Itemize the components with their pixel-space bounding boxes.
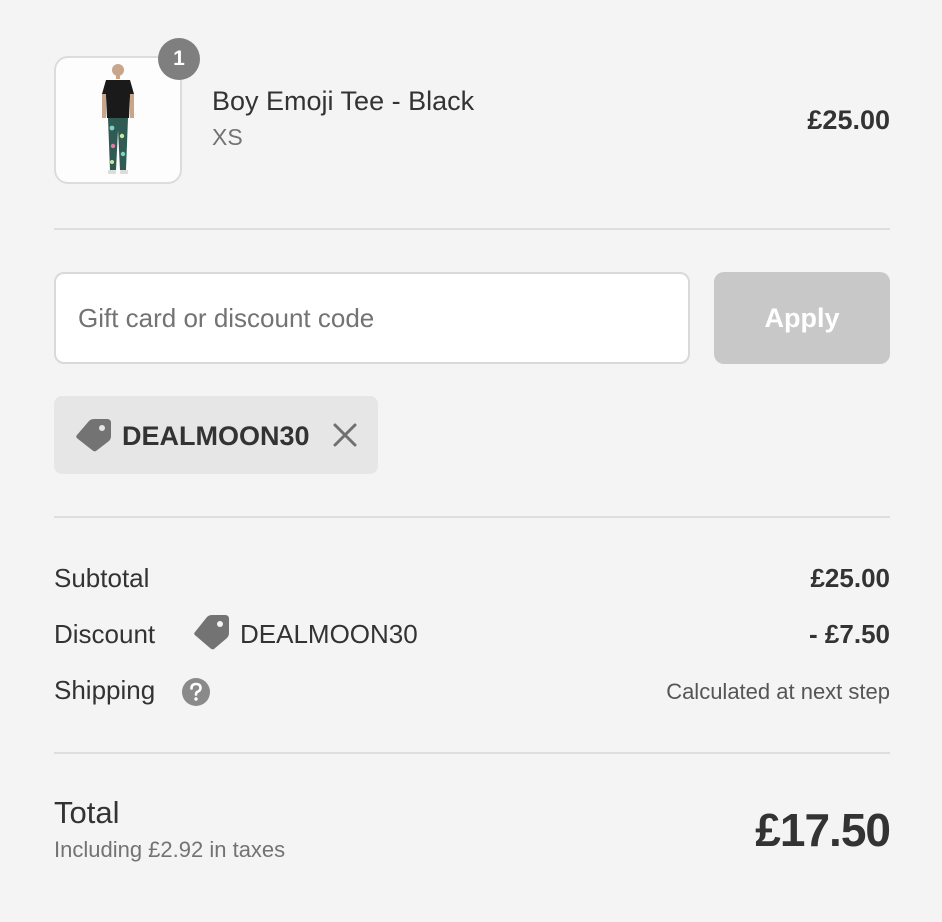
line-item: 1 Boy Emoji Tee - Black XS £25.00 [54,38,890,184]
discount-code-input[interactable] [54,272,690,364]
tag-icon [192,614,230,655]
divider [54,516,890,518]
quantity-badge: 1 [158,38,200,80]
total-label: Total [54,795,120,830]
product-name: Boy Emoji Tee - Black [212,86,475,116]
subtotal-value: £25.00 [810,563,890,593]
discount-label: Discount [54,619,156,649]
divider [54,228,890,230]
tag-icon [74,418,112,457]
remove-code-icon[interactable] [332,422,358,453]
product-variant: XS [212,124,243,150]
discount-value: - £7.50 [809,619,890,649]
applied-code-text: DEALMOON30 [122,421,310,451]
product-thumbnail [54,56,182,184]
product-price: £25.00 [807,105,890,135]
shipping-value: Calculated at next step [666,679,890,704]
help-icon[interactable] [181,677,211,712]
tax-note: Including £2.92 in taxes [54,837,286,862]
order-summary: 1 Boy Emoji Tee - Black XS £25.00 Apply … [54,0,891,922]
apply-button[interactable]: Apply [714,272,890,364]
shipping-label: Shipping [54,675,156,705]
product-image [102,64,134,174]
applied-discount-chip: DEALMOON30 [54,396,378,474]
total-value: £17.50 [755,804,891,856]
subtotal-label: Subtotal [54,563,150,593]
divider [54,752,890,754]
discount-code: DEALMOON30 [240,619,418,649]
